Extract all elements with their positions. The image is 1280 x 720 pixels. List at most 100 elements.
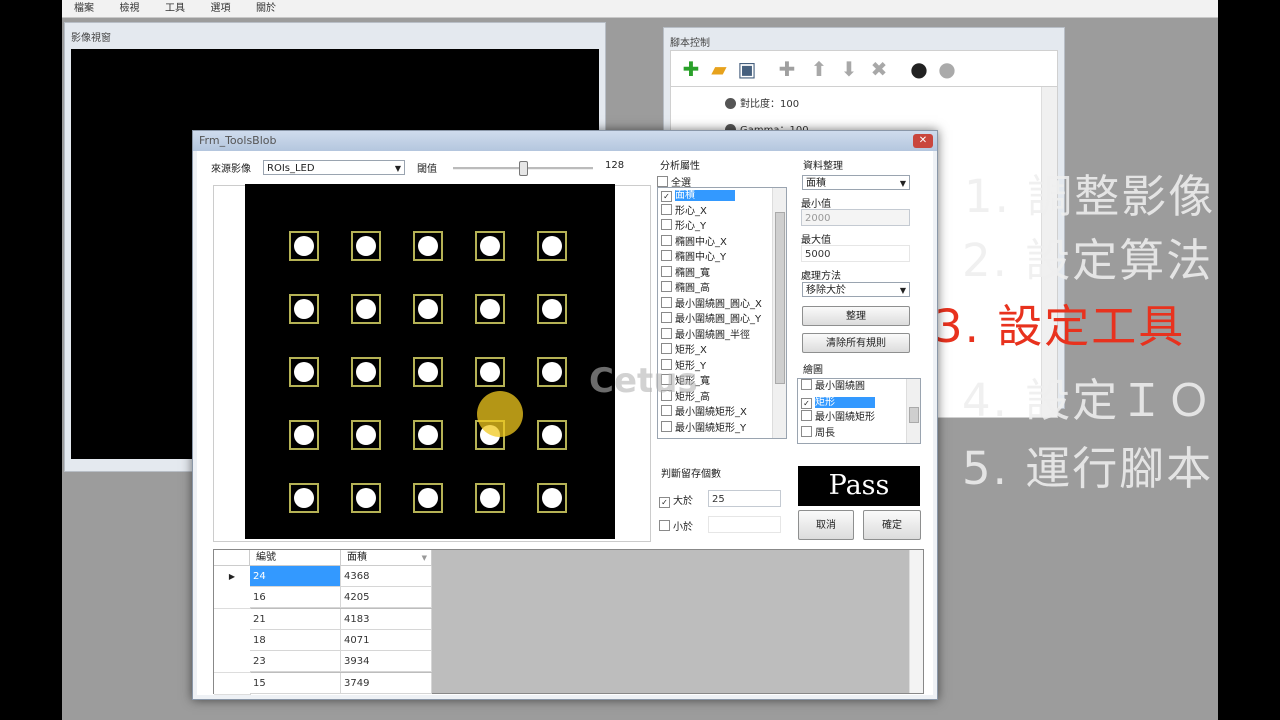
- row-header[interactable]: [214, 651, 251, 674]
- menu-tools[interactable]: 工具: [154, 0, 196, 17]
- attr-list-item[interactable]: 形心_Y: [658, 219, 786, 235]
- checkbox[interactable]: [659, 520, 670, 531]
- attr-list-item[interactable]: 形心_X: [658, 203, 786, 220]
- checkbox[interactable]: [661, 281, 672, 292]
- checkbox[interactable]: [661, 327, 672, 339]
- max-value-input[interactable]: 5000: [801, 245, 910, 262]
- checkbox[interactable]: ✓: [801, 397, 812, 409]
- column-header-id[interactable]: 編號: [250, 550, 341, 566]
- table-cell-id[interactable]: 21: [250, 608, 341, 630]
- row-header[interactable]: [214, 672, 251, 695]
- attr-list-item[interactable]: 最小圍繞矩形_Y: [658, 420, 786, 437]
- table-cell-area[interactable]: 4205: [341, 587, 432, 609]
- column-header-area-label: 面積: [347, 552, 367, 563]
- cancel-button[interactable]: 取消: [798, 510, 854, 540]
- save-icon[interactable]: ▣: [735, 57, 759, 81]
- draw-list[interactable]: 最小圍繞圓 ✓ 矩形 最小圍繞矩形 周長: [797, 378, 921, 444]
- attr-list-item[interactable]: 橢圓_寬: [658, 265, 786, 282]
- attr-list-item[interactable]: 矩形_X: [658, 343, 786, 359]
- blob-marker: [413, 357, 443, 387]
- ok-button[interactable]: 確定: [863, 510, 921, 540]
- method-select[interactable]: 移除大於 ▼: [802, 282, 910, 297]
- checkbox[interactable]: [657, 176, 668, 187]
- checkbox[interactable]: [661, 296, 672, 308]
- table-cell-id[interactable]: 18: [250, 629, 341, 651]
- checkbox[interactable]: [661, 265, 672, 277]
- column-header-area[interactable]: 面積 ▼: [341, 550, 432, 566]
- play-icon[interactable]: ●: [907, 57, 931, 81]
- table-cell-area[interactable]: 3934: [341, 651, 432, 673]
- draw-list-item[interactable]: ✓ 矩形: [798, 395, 920, 411]
- checkbox[interactable]: [801, 379, 812, 390]
- attr-list-item[interactable]: 橢圓_高: [658, 281, 786, 297]
- draw-list-item[interactable]: 周長: [798, 425, 920, 442]
- add-icon[interactable]: ✚: [679, 57, 703, 81]
- checkbox[interactable]: [801, 425, 812, 437]
- table-cell-id[interactable]: 23: [250, 651, 341, 673]
- row-header[interactable]: [214, 629, 251, 652]
- down-arrow-icon[interactable]: ⬇: [837, 57, 861, 81]
- row-header[interactable]: [214, 587, 251, 610]
- checkbox[interactable]: [661, 203, 672, 215]
- menu-view[interactable]: 檢視: [109, 0, 151, 17]
- draw-list-item[interactable]: 最小圍繞圓: [798, 379, 920, 395]
- menu-about[interactable]: 關於: [245, 0, 287, 17]
- less-than-checkbox[interactable]: 小於: [659, 518, 693, 533]
- script-item[interactable]: 對比度：100: [725, 95, 799, 110]
- clear-rules-button[interactable]: 清除所有規則: [802, 333, 910, 353]
- checkbox[interactable]: [661, 312, 672, 323]
- greater-than-input[interactable]: 25: [708, 490, 781, 507]
- checkbox[interactable]: [661, 343, 672, 354]
- source-image-select[interactable]: ROIs_LED ▼: [263, 160, 405, 175]
- dialog-titlebar[interactable]: Frm_ToolsBlob ✕: [193, 131, 937, 151]
- row-header[interactable]: [214, 608, 251, 631]
- draw-list-scrollbar[interactable]: [906, 379, 920, 443]
- attr-list-scrollbar[interactable]: [772, 188, 786, 438]
- open-folder-icon[interactable]: ▰: [707, 57, 731, 81]
- scroll-thumb[interactable]: [775, 212, 785, 384]
- attr-list-item[interactable]: 最小圍繞圓_圓心_Y: [658, 312, 786, 328]
- table-cell-id[interactable]: 24: [250, 566, 341, 587]
- close-icon[interactable]: ✕: [913, 134, 933, 148]
- attr-list-item[interactable]: 最小圍繞矩形_X: [658, 405, 786, 421]
- checkbox[interactable]: ✓: [661, 191, 672, 202]
- min-value-input[interactable]: 2000: [801, 209, 910, 226]
- draw-list-item[interactable]: 最小圍繞矩形: [798, 410, 920, 426]
- attr-list-item[interactable]: ✓ 面積: [658, 188, 786, 204]
- results-table[interactable]: 編號 面積 ▼ ▶ 24 4368 16 4205 21 4183 18 4071 23 3934 15…: [213, 549, 924, 695]
- checkbox[interactable]: [801, 410, 812, 421]
- attr-list-item[interactable]: 最小圍繞圓_半徑: [658, 327, 786, 344]
- table-cell-area[interactable]: 4368: [341, 566, 432, 587]
- less-than-input[interactable]: [708, 516, 781, 533]
- table-scrollbar[interactable]: [909, 550, 923, 693]
- table-cell-area[interactable]: 4071: [341, 629, 432, 651]
- attr-list-item[interactable]: 最小圍繞圓_圓心_X: [658, 296, 786, 313]
- row-header[interactable]: ▶: [214, 566, 251, 588]
- stop-icon[interactable]: ●: [935, 57, 959, 81]
- checkbox[interactable]: [661, 420, 672, 432]
- delete-icon[interactable]: ✖: [867, 57, 891, 81]
- up-arrow-icon[interactable]: ⬆: [807, 57, 831, 81]
- blob-image-view[interactable]: [245, 184, 615, 539]
- attr-list[interactable]: ✓ 面積 形心_X 形心_Y 橢圓中心_X 橢圓中心_Y 橢圓_寬 橢圓_高 最小圍繞圓_圓心_…: [657, 187, 787, 439]
- attr-list-item[interactable]: 橢圓中心_X: [658, 234, 786, 251]
- plus-icon[interactable]: ✚: [775, 57, 799, 81]
- table-cell-area[interactable]: 4183: [341, 608, 432, 630]
- checkbox[interactable]: [661, 405, 672, 416]
- table-cell-area[interactable]: 3749: [341, 672, 432, 694]
- attr-list-item[interactable]: 橢圓中心_Y: [658, 250, 786, 266]
- checkbox[interactable]: [661, 219, 672, 230]
- threshold-slider-thumb[interactable]: [519, 161, 528, 176]
- checkbox[interactable]: [661, 250, 672, 261]
- table-cell-id[interactable]: 15: [250, 672, 341, 694]
- checkbox[interactable]: ✓: [659, 497, 670, 508]
- menu-file[interactable]: 檔案: [62, 0, 105, 17]
- greater-than-checkbox[interactable]: ✓ 大於: [659, 492, 693, 508]
- table-cell-id[interactable]: 16: [250, 587, 341, 609]
- data-org-field-select[interactable]: 面積 ▼: [802, 175, 910, 190]
- checkbox[interactable]: [661, 234, 672, 246]
- attr-list-item-label: 矩形_X: [675, 345, 707, 356]
- organize-button[interactable]: 整理: [802, 306, 910, 326]
- menu-options[interactable]: 選項: [200, 0, 242, 17]
- scroll-thumb[interactable]: [909, 407, 919, 423]
